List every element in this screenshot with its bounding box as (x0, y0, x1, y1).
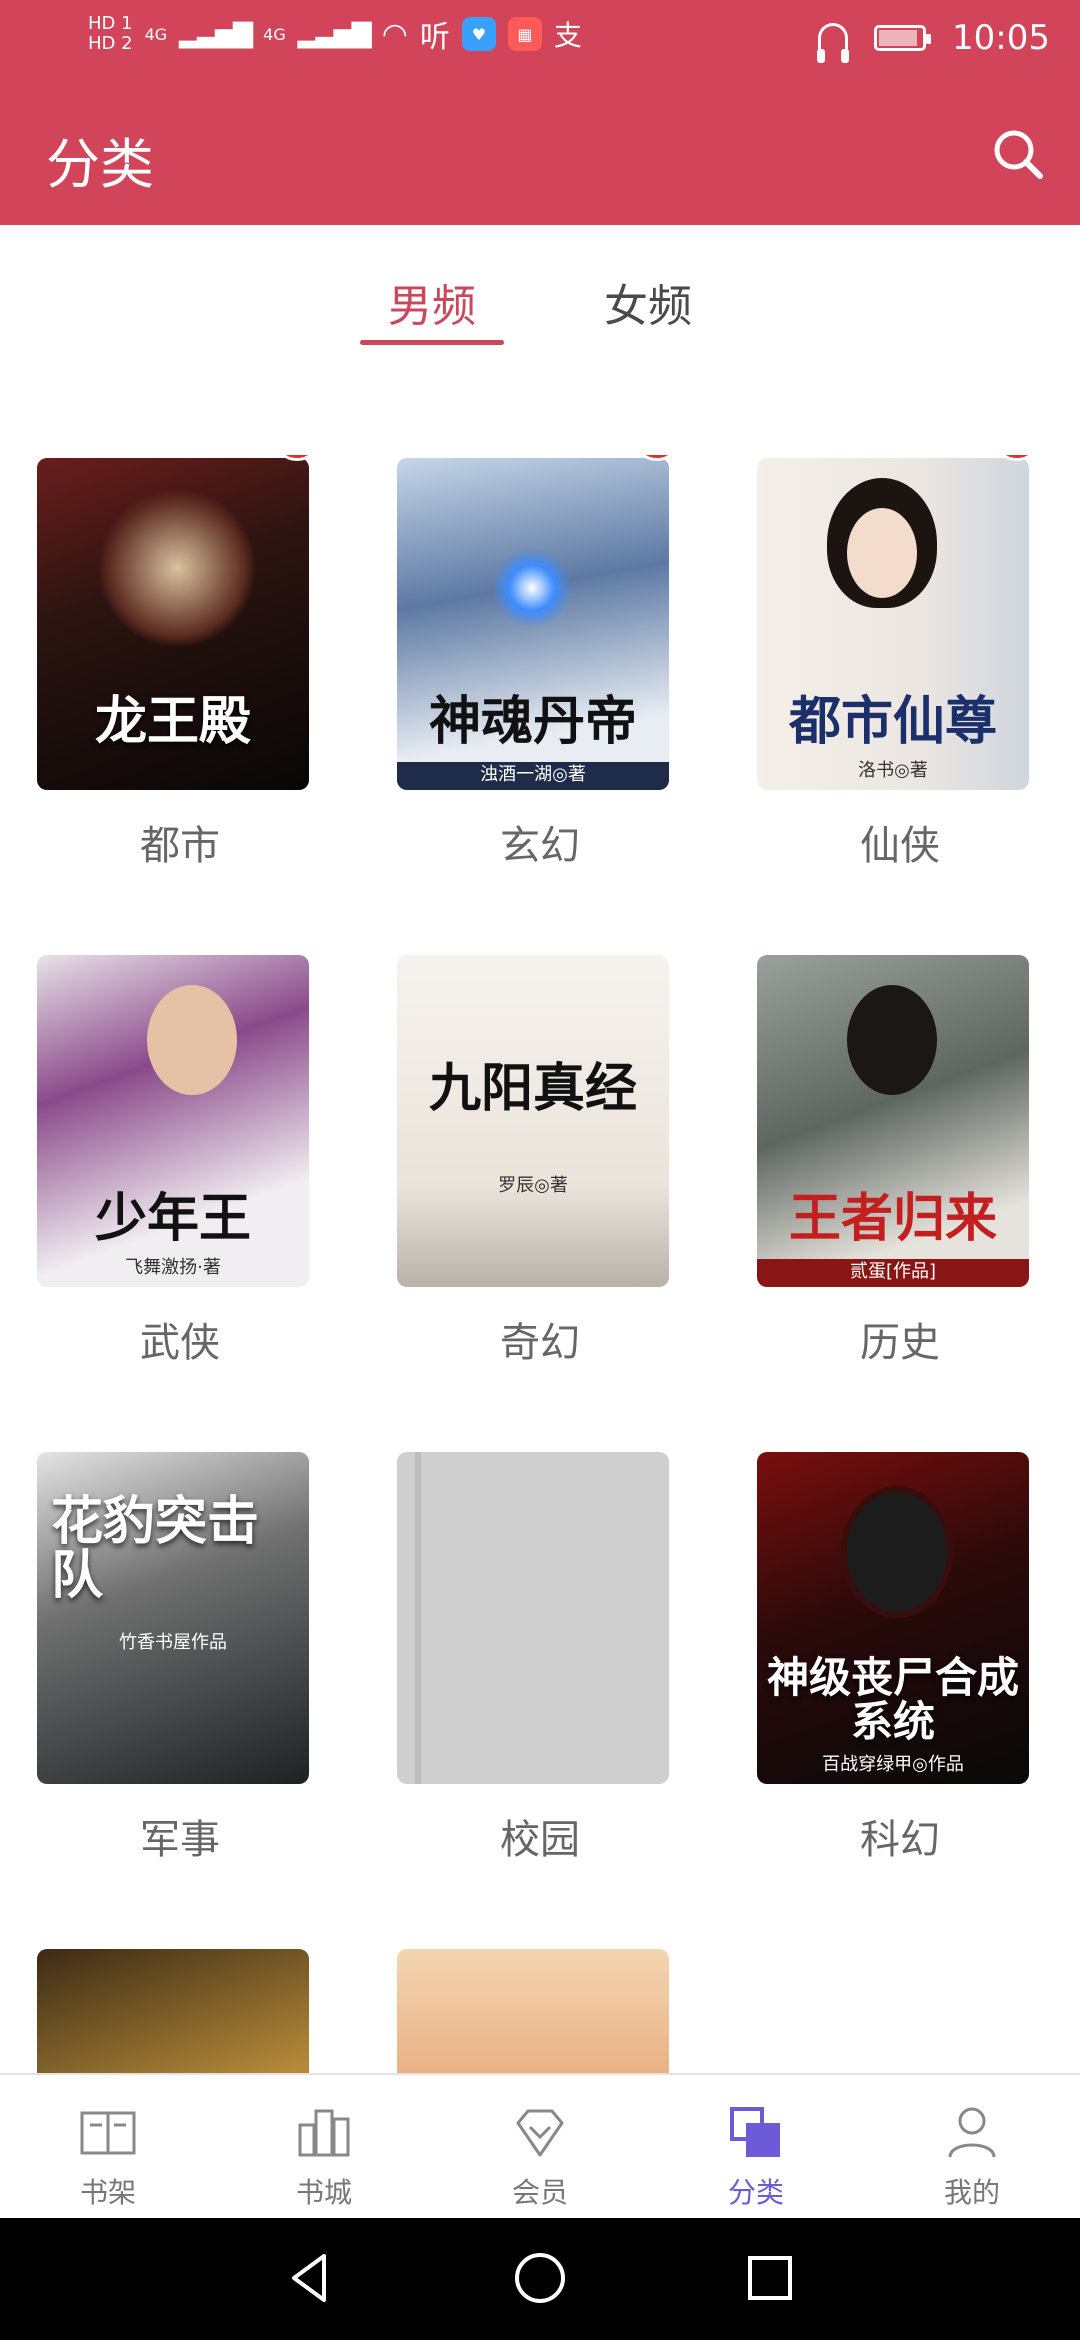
cover-author: 贰蛋[作品] (849, 1261, 937, 1282)
book-cover[interactable] (37, 1949, 309, 2075)
category-item[interactable]: 校园 (360, 1449, 720, 1946)
cover-title: 都市仙尊 (788, 691, 997, 753)
category-label: 校园 (500, 1817, 580, 1863)
nav-category[interactable]: 分类 (648, 2075, 864, 2220)
headphone-icon (817, 23, 850, 63)
category-item[interactable]: 少年王 飞舞激扬·著 武侠 (0, 952, 360, 1449)
nav-profile[interactable]: 我的 (864, 2075, 1080, 2220)
cover-author: 罗辰◎著 (498, 1175, 568, 1196)
wifi-icon: ◠ (381, 16, 408, 52)
top-bar: HD 1 HD 2 4G ▂▃▅▇ 4G ▂▃▅▇ ◠ 听 ♥ ▦ 支 10:0… (0, 0, 1080, 225)
shop-app-icon: ▦ (507, 17, 542, 51)
message-app-icon: ♥ (461, 17, 496, 51)
nav-vip[interactable]: 会员 (432, 2075, 648, 2220)
page-title: 分类 (46, 133, 154, 196)
channel-tabs: 男频 女频 (0, 225, 1080, 365)
category-label: 军事 (140, 1817, 220, 1863)
signal-icon: ▂▃▅▇ (179, 19, 253, 49)
book-cover[interactable]: 王者归来 贰蛋[作品] (757, 955, 1029, 1287)
net1-label: 4G (144, 24, 168, 44)
cover-title: 九阳真经 (428, 1058, 637, 1120)
cover-title: 少年王 (94, 1188, 251, 1250)
bookstore-icon (298, 2109, 350, 2157)
category-item[interactable]: 热 神魂丹帝 浊酒一湖◎著 玄幻 (360, 455, 720, 952)
category-grid: 热 龙王殿 都市 热 神魂丹帝 浊酒一湖◎著 玄幻 热 都市仙尊 洛书◎著 仙侠… (0, 455, 1080, 2075)
book-cover[interactable]: 神魂丹帝 浊酒一湖◎著 (397, 458, 669, 790)
alipay-label: 支 (553, 19, 582, 52)
book-cover[interactable] (397, 1949, 669, 2075)
nav-label: 分类 (727, 2176, 784, 2209)
status-right: 10:05 (817, 18, 1050, 63)
bottom-navigation: 书架 书城 会员 分类 我的 (0, 2073, 1080, 2218)
book-cover[interactable]: 神级丧尸合成系统 百战穿绿甲◎作品 (757, 1452, 1029, 1784)
tab-male[interactable]: 男频 (388, 270, 476, 334)
cover-title: 龙王殿 (94, 691, 251, 753)
nav-label: 会员 (511, 2176, 568, 2209)
category-item[interactable]: 王者归来 贰蛋[作品] 历史 (720, 952, 1080, 1449)
book-cover[interactable]: 少年王 飞舞激扬·著 (37, 955, 309, 1287)
signal2-icon: ▂▃▅▇ (297, 19, 372, 49)
cover-author: 竹香书屋作品 (119, 1632, 227, 1653)
nav-label: 我的 (943, 2176, 1000, 2209)
nav-bookshelf[interactable]: 书架 (0, 2075, 216, 2220)
book-cover[interactable]: 都市仙尊 洛书◎著 (757, 458, 1029, 790)
hd2-label: HD 2 (88, 33, 133, 54)
nav-label: 书城 (295, 2176, 352, 2209)
battery-icon (874, 25, 932, 51)
category-icon (730, 2107, 780, 2157)
category-item[interactable]: 九阳真经 罗辰◎著 奇幻 (360, 952, 720, 1449)
book-cover[interactable]: 花豹突击队 竹香书屋作品 (37, 1452, 309, 1784)
bookshelf-icon (80, 2111, 136, 2155)
cover-title: 神魂丹帝 (428, 691, 637, 753)
cover-title: 神级丧尸合成系统 (766, 1652, 1019, 1746)
status-left: HD 1 HD 2 4G ▂▃▅▇ 4G ▂▃▅▇ ◠ 听 ♥ ▦ 支 (88, 12, 582, 56)
category-label: 仙侠 (860, 823, 940, 869)
category-label: 历史 (860, 1320, 940, 1366)
category-item[interactable]: 热 都市仙尊 洛书◎著 仙侠 (720, 455, 1080, 952)
tab-indicator (360, 340, 504, 345)
hd-indicators: HD 1 HD 2 (88, 15, 133, 53)
category-item[interactable]: 花豹突击队 竹香书屋作品 军事 (0, 1449, 360, 1946)
hd1-label: HD 1 (88, 13, 133, 34)
cover-author: 浊酒一湖◎著 (480, 764, 586, 785)
cover-author: 百战穿绿甲◎作品 (822, 1754, 964, 1775)
category-item[interactable]: 神级丧尸合成系统 百战穿绿甲◎作品 科幻 (720, 1449, 1080, 1946)
category-label: 玄幻 (500, 823, 580, 869)
category-item[interactable]: 热 龙王殿 都市 (0, 455, 360, 952)
cover-author: 洛书◎著 (858, 760, 928, 781)
ting-label: 听 (419, 20, 450, 55)
category-item[interactable] (360, 1946, 720, 2075)
nav-label: 书架 (79, 2176, 136, 2209)
net2-label: 4G (263, 24, 286, 44)
book-cover[interactable]: 龙王殿 (37, 458, 309, 790)
cover-title: 王者归来 (788, 1188, 997, 1250)
system-navigation-bar (0, 2218, 1080, 2340)
nav-bookstore[interactable]: 书城 (216, 2075, 432, 2220)
category-item[interactable] (0, 1946, 360, 2075)
category-label: 科幻 (860, 1817, 940, 1863)
recents-icon[interactable] (740, 2248, 800, 2308)
profile-icon (948, 2107, 996, 2158)
cover-title: 花豹突击队 (51, 1490, 260, 1607)
book-cover[interactable]: 九阳真经 罗辰◎著 (397, 955, 669, 1287)
clock: 10:05 (952, 18, 1050, 58)
status-bar: HD 1 HD 2 4G ▂▃▅▇ 4G ▂▃▅▇ ◠ 听 ♥ ▦ 支 10:0… (0, 0, 1080, 80)
cover-author: 飞舞激扬·著 (125, 1257, 221, 1278)
back-icon[interactable] (280, 2248, 340, 2308)
category-label: 奇幻 (500, 1320, 580, 1366)
category-label: 武侠 (140, 1320, 220, 1366)
search-icon[interactable] (990, 126, 1046, 182)
category-label: 都市 (140, 823, 220, 869)
tab-female[interactable]: 女频 (604, 270, 692, 334)
book-cover-placeholder[interactable] (397, 1452, 669, 1784)
vip-icon (516, 2109, 564, 2157)
home-icon[interactable] (510, 2248, 570, 2308)
